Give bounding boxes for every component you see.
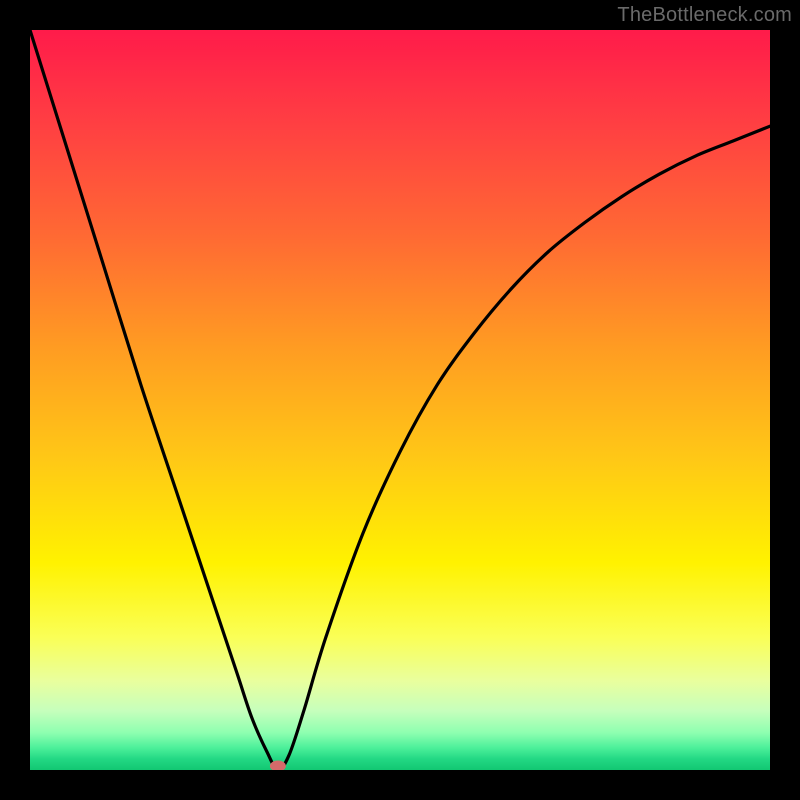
plot-area [30,30,770,770]
watermark-text: TheBottleneck.com [617,4,792,27]
bottleneck-curve [30,30,770,770]
chart-frame: TheBottleneck.com [0,0,800,800]
curve-layer [30,30,770,770]
